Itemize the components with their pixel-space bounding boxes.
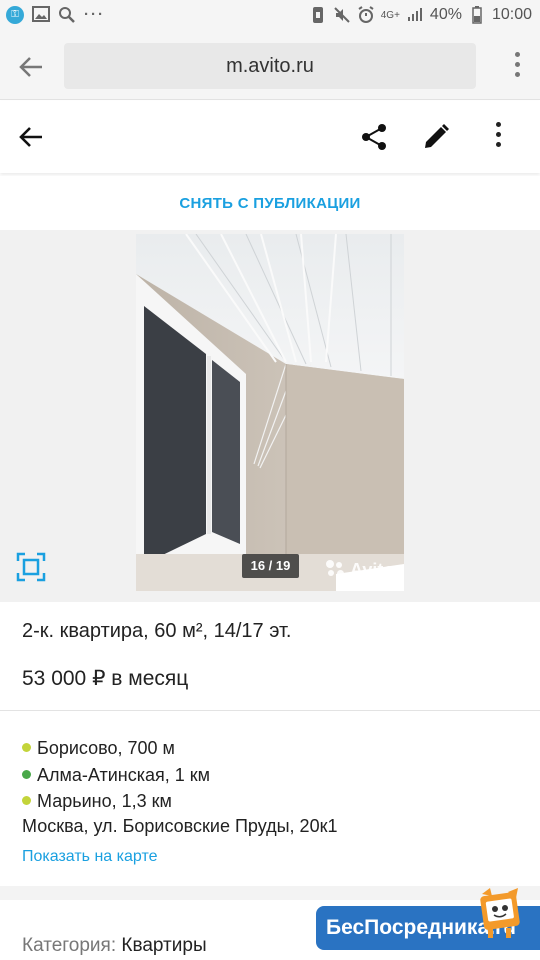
photo-gallery[interactable]: 16 / 19 Avito (0, 230, 540, 602)
more-notifications-icon: ··· (84, 6, 105, 23)
address: Москва, ул. Борисовские Пруды, 20к1 (22, 816, 338, 836)
gallery-icon (32, 6, 50, 24)
section-separator (0, 886, 540, 900)
url-bar[interactable]: m.avito.ru (64, 43, 476, 89)
app-header (0, 101, 540, 173)
signal-icon (406, 6, 424, 24)
more-menu-icon[interactable] (490, 121, 506, 153)
category-row: Категория: Квартиры (22, 935, 207, 957)
alarm-icon (357, 6, 375, 24)
metro-station: Борисово, 700 м (22, 738, 175, 759)
metro-line-dot (22, 743, 31, 752)
vibrate-icon (309, 6, 327, 24)
metro-station: Марьино, 1,3 км (22, 791, 172, 812)
metro-line-dot (22, 770, 31, 779)
category-value: Квартиры (121, 935, 207, 956)
metro-station-name: Алма-Атинская, 1 км (37, 765, 211, 785)
vpn-key-icon: ⚿ (6, 6, 24, 24)
mute-icon (333, 6, 351, 24)
network-type: 4G+ (380, 9, 400, 21)
show-on-map-link[interactable]: Показать на карте (22, 848, 157, 866)
metro-station-name: Борисово, 700 м (37, 738, 175, 758)
clock: 10:00 (491, 6, 532, 23)
listing-photo[interactable] (136, 234, 404, 591)
browser-toolbar: m.avito.ru (0, 34, 540, 100)
browser-menu-icon[interactable] (512, 52, 522, 82)
metro-line-dot (22, 796, 31, 805)
photo-counter: 16 / 19 (242, 554, 299, 578)
battery-percent: 40% (429, 6, 462, 23)
edit-pencil-icon[interactable] (420, 121, 452, 153)
listing-title: 2-к. квартира, 60 м², 14/17 эт. (22, 620, 292, 642)
unpublish-button[interactable]: СНЯТЬ С ПУБЛИКАЦИИ (0, 176, 540, 230)
back-arrow-icon[interactable] (16, 121, 48, 153)
divider (0, 710, 540, 711)
share-icon[interactable] (358, 121, 390, 153)
status-left-icons: ⚿ ··· (6, 6, 105, 24)
metro-station-name: Марьино, 1,3 км (37, 791, 172, 811)
search-icon (58, 6, 76, 24)
category-label: Категория: (22, 935, 117, 956)
avito-logo-icon (326, 560, 346, 578)
status-right-icons: 4G+ 40% 10:00 (309, 6, 532, 24)
listing-price: 53 000 ₽ в месяц (22, 667, 189, 690)
mascot-icon (478, 888, 522, 940)
fullscreen-icon[interactable] (16, 552, 46, 582)
status-bar: ⚿ ··· 4G+ 40% 10:00 (0, 0, 540, 34)
browser-back-icon[interactable] (14, 50, 48, 84)
avito-watermark-text: Avito (350, 560, 395, 580)
avito-watermark: Avito (326, 560, 394, 581)
battery-icon (468, 6, 486, 24)
metro-station: Алма-Атинская, 1 км (22, 765, 210, 786)
